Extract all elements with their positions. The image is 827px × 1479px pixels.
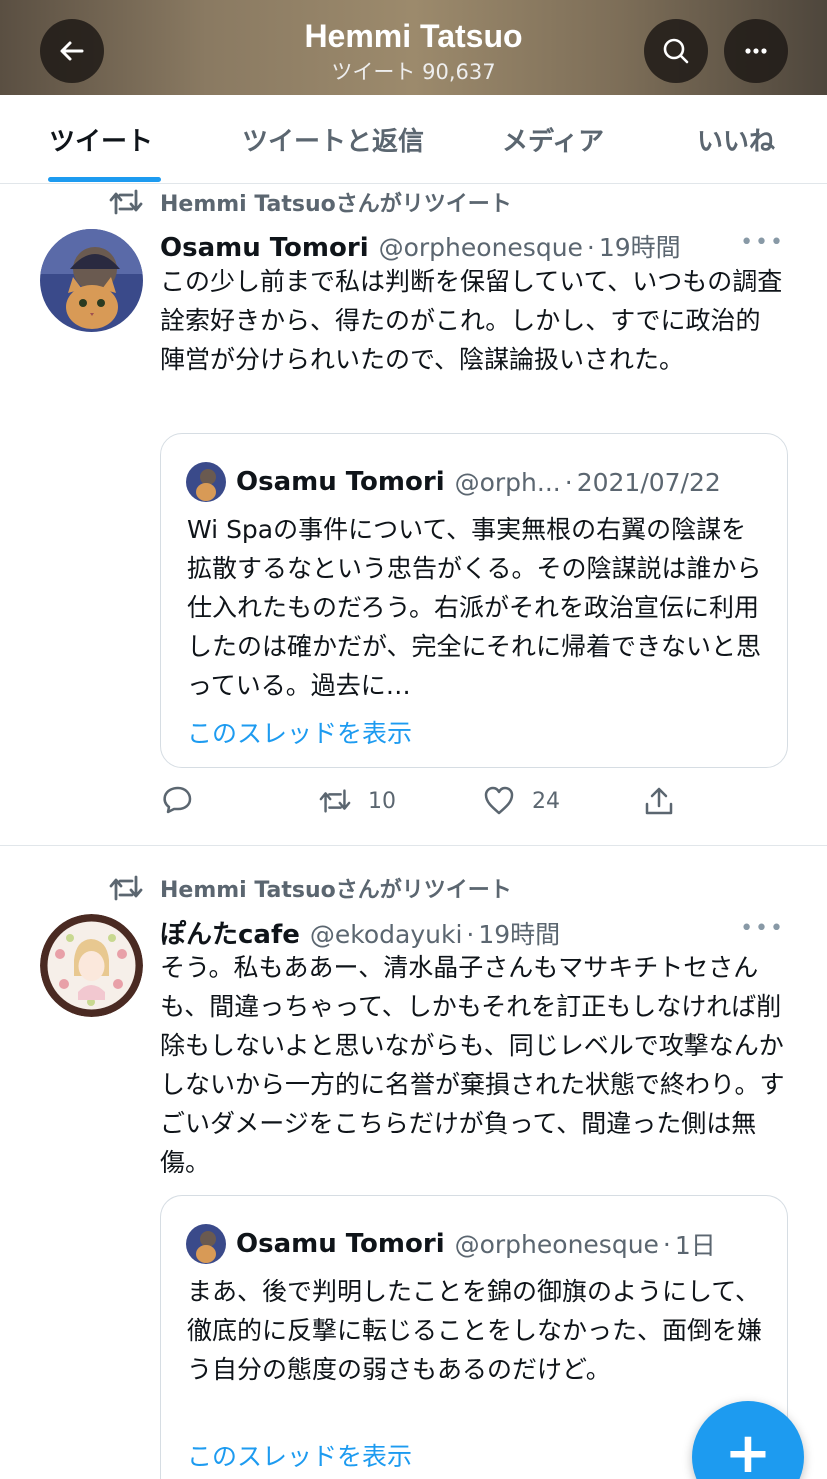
quote-author-name: Osamu Tomori	[236, 1229, 445, 1259]
show-thread-link[interactable]: このスレッドを表示	[187, 1437, 412, 1473]
share-icon	[645, 787, 673, 815]
quote-author-handle: @orpheonesque	[454, 1229, 659, 1259]
meta-separator: ·	[466, 920, 475, 949]
search-button[interactable]	[644, 19, 708, 83]
quote-avatar	[186, 462, 226, 502]
quote-author-handle: @orph...	[454, 467, 561, 497]
tab-tweets[interactable]: ツイート	[49, 121, 153, 158]
tab-media[interactable]: メディア	[502, 121, 604, 158]
meta-separator: ·	[564, 467, 573, 497]
plus-icon: +	[724, 1421, 772, 1479]
retweet-indicator: Hemmi Tatsuoさんがリツイート	[108, 186, 512, 218]
retweet-label: Hemmi Tatsuoさんがリツイート	[160, 192, 512, 217]
tweet-text: そう。私もああー、清水晶子さんもマサキチトセさんも、間違っちゃって、しかもそれを…	[160, 953, 785, 1177]
quote-text: Wi Spaの事件について、事実無根の右翼の陰謀を拡散するなという忠告がくる。そ…	[187, 515, 762, 700]
retweet-label: Hemmi Tatsuoさんがリツイート	[160, 878, 512, 903]
reply-icon	[163, 786, 192, 814]
quote-avatar	[186, 1224, 226, 1264]
heart-icon	[484, 786, 514, 815]
more-button[interactable]	[724, 19, 788, 83]
like-count: 24	[532, 788, 560, 814]
author-handle[interactable]: @orpheonesque	[379, 233, 583, 262]
tweet-time[interactable]: 19時間	[478, 915, 560, 951]
tweet-more-button[interactable]: •••	[740, 230, 785, 255]
tweet-meta: ぽんたcafe @ekodayuki · 19時間	[160, 914, 560, 951]
quote-time: 1日	[674, 1231, 716, 1260]
retweet-button[interactable]: 10	[318, 784, 396, 818]
profile-header: Hemmi Tatsuo ツイート 90,637	[0, 0, 827, 95]
avatar[interactable]	[40, 914, 143, 1017]
reply-button[interactable]	[160, 784, 210, 818]
quote-author-name: Osamu Tomori	[236, 467, 445, 497]
tab-tweets-replies[interactable]: ツイートと返信	[242, 121, 424, 158]
quote-meta: Osamu Tomori @orpheonesque · 1日	[186, 1224, 716, 1264]
retweet-count: 10	[368, 788, 396, 814]
author-name[interactable]: ぽんたcafe	[160, 914, 300, 951]
quoted-tweet[interactable]: Osamu Tomori @orph... · 2021/07/22 Wi Sp…	[160, 433, 788, 768]
tweet-actions: 10 24	[160, 784, 760, 824]
tweet-meta: Osamu Tomori @orpheonesque · 19時間	[160, 228, 681, 264]
profile-tabs: ツイート ツイートと返信 メディア いいね	[0, 95, 827, 184]
active-tab-indicator	[48, 177, 161, 182]
meta-separator: ·	[662, 1229, 671, 1259]
retweet-icon	[319, 789, 351, 813]
tab-likes[interactable]: いいね	[697, 121, 775, 158]
retweet-icon	[109, 875, 143, 901]
retweet-icon	[109, 189, 143, 215]
quote-time: 2021/07/22	[576, 467, 721, 497]
like-button[interactable]: 24	[482, 784, 560, 818]
share-button[interactable]	[642, 784, 692, 818]
tweet-text: この少し前まで私は判断を保留していて、いつもの調査詮索好きから、得たのがこれ。し…	[160, 267, 783, 374]
quote-meta: Osamu Tomori @orph... · 2021/07/22	[186, 462, 721, 502]
avatar[interactable]	[40, 229, 143, 332]
tweet-more-button[interactable]: •••	[740, 916, 785, 941]
tweet-time[interactable]: 19時間	[599, 228, 681, 264]
search-icon	[663, 38, 689, 64]
show-thread-link[interactable]: このスレッドを表示	[187, 714, 412, 750]
author-name[interactable]: Osamu Tomori	[160, 233, 369, 263]
retweet-indicator: Hemmi Tatsuoさんがリツイート	[108, 872, 512, 904]
quote-text: まあ、後で判明したことを錦の御旗のようにして、徹底的に反撃に転じることをしなかっ…	[187, 1277, 763, 1384]
tweet-divider	[0, 845, 827, 846]
meta-separator: ·	[586, 233, 595, 262]
author-handle[interactable]: @ekodayuki	[310, 920, 463, 949]
more-dots-icon	[745, 48, 767, 54]
